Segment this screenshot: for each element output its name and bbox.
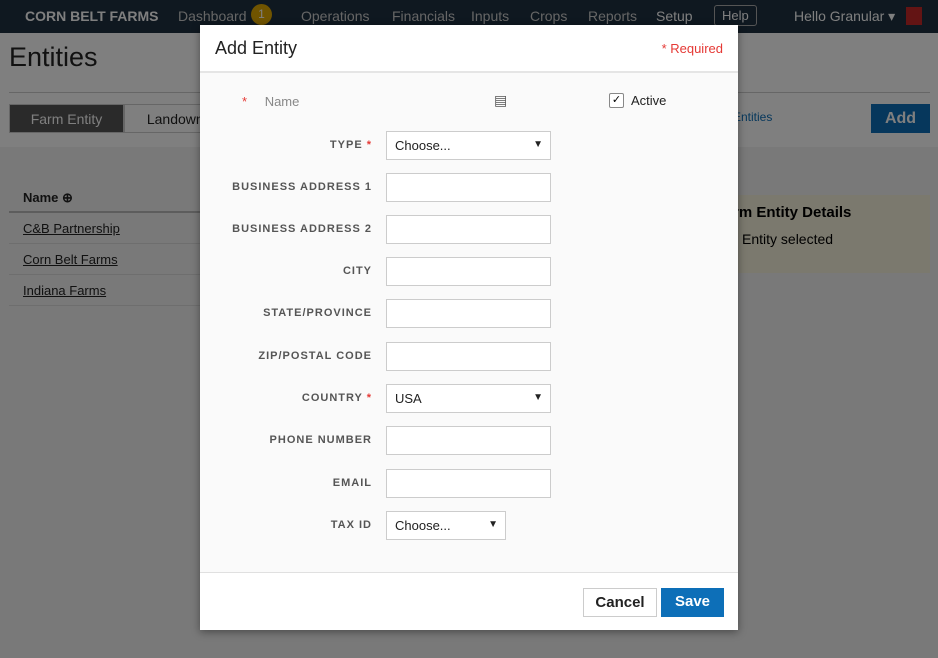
phone-number-label: PHONE NUMBER <box>270 434 372 446</box>
type-label: TYPE * <box>330 139 372 151</box>
form-row: PHONE NUMBER <box>200 426 738 455</box>
form-row: TYPE * Choose... ▼ <box>200 131 738 160</box>
tax-id-select[interactable]: Choose... ▼ <box>386 511 506 540</box>
label-text: CITY <box>342 265 372 277</box>
label-text: COUNTRY <box>301 392 363 404</box>
label-text: PHONE NUMBER <box>269 434 372 446</box>
selected-value: USA <box>395 391 422 406</box>
selected-value: Choose... <box>395 138 451 153</box>
required-marker: * <box>366 139 372 151</box>
contact-card-icon[interactable]: ▤ <box>494 92 507 109</box>
required-marker: * <box>242 94 248 109</box>
form-row: COUNTRY * USA ▼ <box>200 384 738 413</box>
label-text: TAX ID <box>330 519 372 531</box>
business-address-2-label: BUSINESS ADDRESS 2 <box>232 223 372 235</box>
name-input[interactable]: Name <box>265 94 300 109</box>
business-address-1-label: BUSINESS ADDRESS 1 <box>232 181 372 193</box>
active-label: Active <box>631 93 667 108</box>
required-note: * Required <box>661 41 723 56</box>
label-text: ZIP/POSTAL CODE <box>258 350 372 362</box>
label-text: BUSINESS ADDRESS 2 <box>232 223 372 235</box>
zip-postal-code-label: ZIP/POSTAL CODE <box>258 350 372 362</box>
dropdown-arrow-icon: ▼ <box>533 392 543 403</box>
business-address-1-input[interactable] <box>386 173 551 202</box>
business-address-2-input[interactable] <box>386 215 551 244</box>
city-label: CITY <box>343 265 372 277</box>
label-text: TYPE <box>329 139 363 151</box>
label-text: STATE/PROVINCE <box>263 307 372 319</box>
label-text: BUSINESS ADDRESS 1 <box>232 181 372 193</box>
dialog-title: Add Entity <box>215 38 298 58</box>
form-row: ZIP/POSTAL CODE <box>200 342 738 371</box>
active-checkbox[interactable]: ✓ <box>609 93 624 108</box>
form-row: STATE/PROVINCE <box>200 299 738 328</box>
save-button[interactable]: Save <box>661 588 724 617</box>
type-select[interactable]: Choose... ▼ <box>386 131 551 160</box>
zip-postal-code-input[interactable] <box>386 342 551 371</box>
email-label: EMAIL <box>333 477 372 489</box>
required-marker: * <box>366 392 372 404</box>
dropdown-arrow-icon: ▼ <box>533 139 543 150</box>
form-row: BUSINESS ADDRESS 2 <box>200 215 738 244</box>
state-province-label: STATE/PROVINCE <box>263 307 372 319</box>
country-label: COUNTRY * <box>302 392 372 404</box>
label-text: EMAIL <box>332 477 372 489</box>
email-input[interactable] <box>386 469 551 498</box>
phone-number-input[interactable] <box>386 426 551 455</box>
country-select[interactable]: USA ▼ <box>386 384 551 413</box>
selected-value: Choose... <box>395 518 451 533</box>
form-row: EMAIL <box>200 469 738 498</box>
form-row: BUSINESS ADDRESS 1 <box>200 173 738 202</box>
state-province-input[interactable] <box>386 299 551 328</box>
add-entity-dialog: Add Entity * Required * Name ▤ ✓ Active … <box>200 25 738 630</box>
tax-id-label: TAX ID <box>331 519 372 531</box>
city-input[interactable] <box>386 257 551 286</box>
cancel-button[interactable]: Cancel <box>583 588 657 617</box>
form-row: CITY <box>200 257 738 286</box>
name-field[interactable]: * Name ▤ ✓ Active <box>242 92 712 109</box>
dropdown-arrow-icon: ▼ <box>488 519 498 530</box>
form-row: TAX ID Choose... ▼ <box>200 511 738 540</box>
